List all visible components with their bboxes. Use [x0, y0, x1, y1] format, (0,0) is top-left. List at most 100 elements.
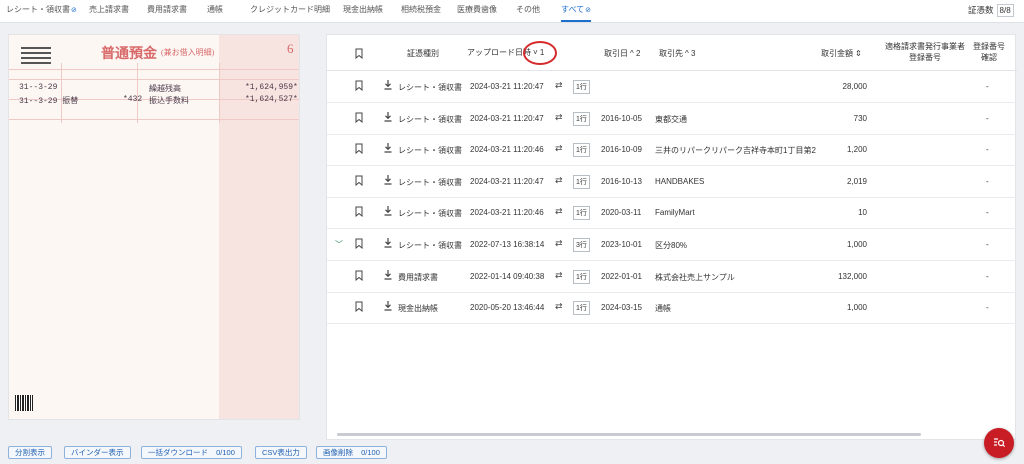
bookmark-icon[interactable]: [355, 48, 363, 59]
row-line-count[interactable]: 3行: [573, 238, 590, 252]
bookmark-icon[interactable]: [355, 175, 363, 186]
row-date: 2020-03-11: [601, 208, 642, 218]
download-icon[interactable]: [384, 174, 392, 185]
swap-icon[interactable]: ⇄: [555, 206, 563, 217]
swap-icon[interactable]: ⇄: [555, 270, 563, 281]
bookmark-icon[interactable]: [355, 270, 363, 281]
tab-inheritance[interactable]: 相続税預金: [401, 0, 441, 22]
divider: [9, 79, 299, 80]
col-type[interactable]: 証憑種別: [407, 48, 439, 59]
download-icon[interactable]: [384, 206, 392, 216]
download-icon[interactable]: [384, 80, 392, 90]
row-line-count[interactable]: 1行: [573, 174, 590, 189]
tab-receipt[interactable]: レシート・領収書⊘: [6, 0, 77, 22]
tab-medical[interactable]: 医療費歯像: [457, 0, 497, 22]
row-partner: FamilyMart: [655, 208, 695, 218]
table-row[interactable]: レシート・領収書 2024-03-21 11:20:46 ⇄ 1行 2016-10-09…: [327, 134, 1017, 167]
row-partner: 三井のリパークリパーク吉祥寺本町1丁目第2: [655, 146, 816, 156]
swap-icon[interactable]: ⇄: [555, 175, 563, 186]
tab-label: 通帳: [207, 5, 223, 14]
row-line-count[interactable]: 1行: [573, 301, 590, 316]
tab-passbook[interactable]: 通帳: [207, 0, 223, 22]
col-registration-number[interactable]: 適格請求書発行事業者 登録番号: [879, 41, 971, 63]
csv-export-button[interactable]: CSV表出力: [255, 446, 307, 459]
table-row[interactable]: レシート・領収書 2024-03-21 11:20:46 ⇄ 1行 2020-03-11…: [327, 197, 1017, 230]
row-registration-check: -: [986, 208, 989, 218]
col-amount-label: 取引金額: [821, 49, 853, 58]
col-check-label: 確認: [981, 53, 997, 62]
download-icon[interactable]: [384, 143, 392, 153]
passbook-row-desc: 振込手数料: [149, 97, 189, 106]
col-partner-label: 取引先: [659, 49, 683, 58]
bookmark-icon[interactable]: [355, 80, 363, 91]
swap-icon[interactable]: ⇄: [555, 238, 563, 249]
download-icon[interactable]: [384, 111, 392, 122]
swap-icon[interactable]: ⇄: [555, 112, 563, 123]
table-row[interactable]: 費用請求書 2022-01-14 09:40:38 ⇄ 1行 2022-01-01 株式会…: [327, 261, 1017, 293]
swap-icon[interactable]: ⇄: [555, 80, 563, 91]
tab-label: 相続税預金: [401, 5, 441, 14]
evidence-count: 証憑数 8/8: [968, 4, 1014, 17]
row-date: 2016-10-09: [601, 145, 642, 155]
col-date[interactable]: 取引日 ^ 2: [604, 48, 640, 59]
row-amount: 730: [853, 113, 867, 123]
row-line-count[interactable]: 1行: [573, 143, 590, 158]
tab-sales-invoice[interactable]: 売上請求書: [89, 0, 129, 22]
col-partner[interactable]: 取引先 ^ 3: [659, 48, 695, 59]
passbook-row-date: 31--3-29: [19, 83, 58, 92]
passbook-page-number: 6: [287, 41, 294, 56]
check-circle-icon: ⊘: [585, 7, 591, 14]
delete-images-count: 0/100: [361, 448, 380, 457]
bookmark-icon[interactable]: [355, 112, 363, 123]
tab-expense-invoice[interactable]: 費用請求書: [147, 0, 187, 22]
tab-label: クレジットカード明細: [250, 5, 330, 14]
row-amount: 28,000: [842, 82, 867, 91]
document-preview[interactable]: 普通預金 (兼お借入明細) 6 31--3-29 繰越残高 *1,624,959…: [8, 34, 300, 420]
tab-other[interactable]: その他: [516, 0, 540, 22]
row-type: レシート・領収書: [398, 209, 462, 219]
search-list-icon[interactable]: [984, 428, 1014, 458]
row-line-count[interactable]: 1行: [573, 111, 590, 126]
swap-icon[interactable]: ⇄: [555, 143, 563, 154]
table-row[interactable]: レシート・領収書 2024-03-21 11:20:47 ⇄ 1行 28,000 -: [327, 71, 1017, 103]
bookmark-icon[interactable]: [355, 301, 363, 313]
row-partner: HANDBAKES: [655, 176, 705, 186]
bookmark-icon[interactable]: [355, 143, 363, 155]
tab-all[interactable]: すべて⊘: [561, 0, 591, 22]
delete-images-button[interactable]: 画像削除 0/100: [316, 446, 387, 459]
horizontal-scrollbar[interactable]: [337, 433, 921, 436]
table-row[interactable]: レシート・領収書 2024-03-21 11:20:47 ⇄ 1行 2016-10-05…: [327, 103, 1017, 135]
tab-credit-card[interactable]: クレジットカード明細: [250, 0, 330, 22]
tab-cash-book[interactable]: 現金出納帳: [343, 0, 383, 22]
row-amount: 1,000: [846, 240, 867, 249]
table-row[interactable]: ﹀ レシート・領収書 2022-07-13 16:38:14 ⇄ 3行 2023-10-0…: [327, 229, 1017, 261]
split-view-button[interactable]: 分割表示: [8, 446, 52, 459]
sort-both-icon: ⇕: [855, 49, 862, 58]
col-amount[interactable]: 取引金額 ⇕: [821, 48, 862, 59]
download-icon[interactable]: [384, 301, 392, 311]
row-line-count[interactable]: 1行: [573, 80, 590, 94]
table-row[interactable]: 現金出納帳 2020-05-20 13:46:44 ⇄ 1行 2024-03-15 通帳 1…: [327, 292, 1017, 325]
row-line-count[interactable]: 1行: [573, 269, 590, 284]
row-type: レシート・領収書: [398, 241, 462, 250]
sort-asc-icon: ^ 2: [630, 49, 641, 58]
col-registration-check[interactable]: 登録番号 確認: [971, 41, 1007, 63]
bookmark-icon[interactable]: [355, 206, 363, 218]
passbook-image: 普通預金 (兼お借入明細) 6 31--3-29 繰越残高 *1,624,959…: [9, 35, 299, 419]
passbook-row-desc: 繰越残高: [149, 85, 181, 94]
bookmark-icon[interactable]: [355, 238, 363, 249]
swap-icon[interactable]: ⇄: [555, 301, 563, 312]
row-line-count[interactable]: 1行: [573, 206, 590, 221]
row-upload-date: 2024-03-21 11:20:46: [470, 145, 544, 155]
row-upload-date: 2022-07-13 16:38:14: [470, 240, 545, 249]
download-icon[interactable]: [384, 238, 392, 248]
passbook-row-date: 31--3-29 振替: [19, 97, 79, 106]
chevron-down-icon[interactable]: ﹀: [335, 239, 343, 250]
table-row[interactable]: レシート・領収書 2024-03-21 11:20:47 ⇄ 1行 2016-10-13…: [327, 166, 1017, 198]
col-check-label: 登録番号: [973, 42, 1005, 51]
passbook-title: 普通預金: [101, 47, 157, 62]
bulk-download-button[interactable]: 一括ダウンロード 0/100: [141, 446, 242, 459]
row-registration-check: -: [986, 240, 989, 249]
download-icon[interactable]: [384, 269, 392, 280]
binder-view-button[interactable]: バインダー表示: [64, 446, 131, 459]
